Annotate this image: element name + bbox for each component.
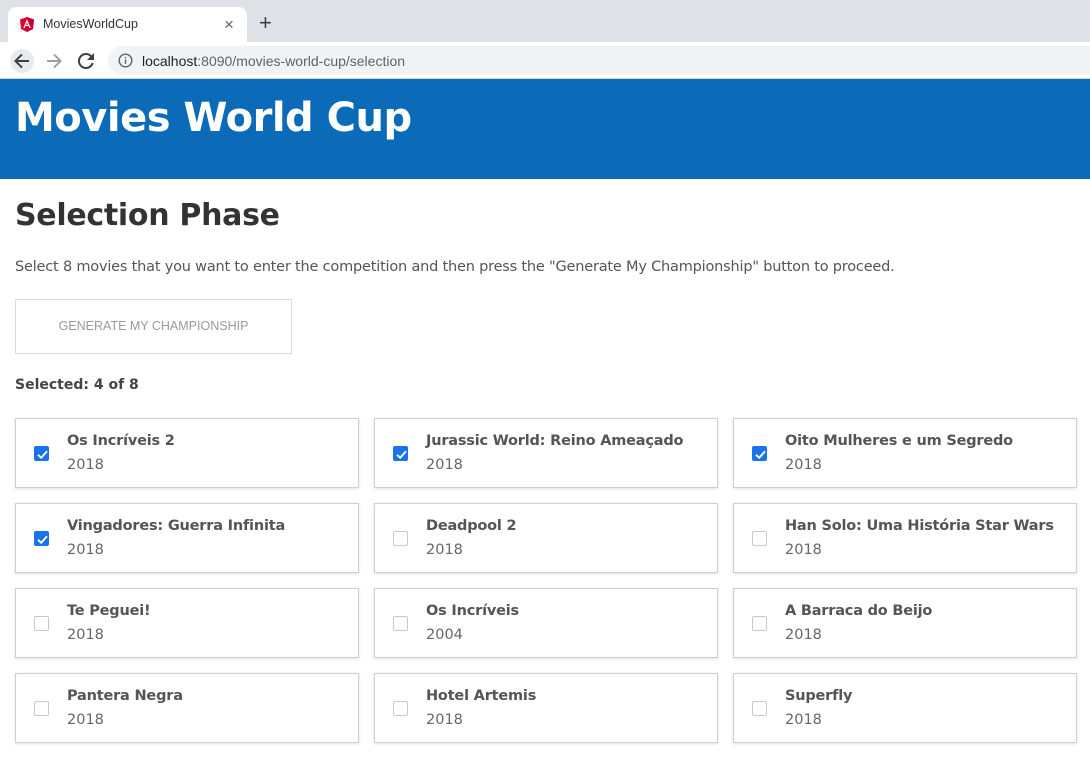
movie-title: A Barraca do Beijo — [785, 603, 933, 619]
checkmark-icon — [396, 450, 407, 460]
movie-checkbox[interactable] — [752, 616, 767, 631]
arrow-right-icon — [47, 53, 62, 69]
movie-year: 2018 — [67, 457, 104, 473]
movie-year: 2018 — [785, 627, 822, 643]
movie-year: 2004 — [426, 627, 463, 643]
movie-title: Han Solo: Uma História Star Wars — [785, 518, 1054, 534]
movie-year: 2018 — [67, 627, 104, 643]
movie-year: 2018 — [785, 542, 822, 558]
movie-checkbox[interactable] — [34, 701, 49, 716]
url-host: localhost — [142, 53, 198, 69]
instructions-text: Select 8 movies that you want to enter t… — [15, 259, 895, 275]
movie-checkbox[interactable] — [34, 616, 49, 631]
movie-year: 2018 — [785, 712, 822, 728]
checkmark-icon — [755, 450, 766, 460]
movie-title: Superfly — [785, 688, 853, 704]
app-header: Movies World Cup — [0, 79, 1090, 179]
address-bar[interactable]: localhost:8090/movies-world-cup/selectio… — [108, 46, 1090, 75]
movie-card[interactable]: Pantera Negra 2018 — [15, 673, 359, 743]
tab-close-icon[interactable]: × — [224, 16, 234, 33]
back-button[interactable] — [10, 49, 34, 73]
movie-card[interactable]: Han Solo: Uma História Star Wars 2018 — [733, 503, 1077, 573]
movie-card[interactable]: Superfly 2018 — [733, 673, 1077, 743]
movie-title: Jurassic World: Reino Ameaçado — [426, 433, 684, 449]
movie-year: 2018 — [426, 457, 463, 473]
movie-checkbox[interactable] — [393, 446, 408, 461]
new-tab-button[interactable]: + — [259, 12, 272, 34]
movie-title: Deadpool 2 — [426, 518, 517, 534]
movie-checkbox[interactable] — [393, 701, 408, 716]
app-title: Movies World Cup — [15, 95, 412, 141]
checkmark-icon — [37, 535, 48, 545]
browser-tab[interactable]: MoviesWorldCup × — [8, 7, 247, 42]
movie-checkbox[interactable] — [34, 446, 49, 461]
movie-checkbox[interactable] — [752, 446, 767, 461]
movie-title: Os Incríveis — [426, 603, 519, 619]
browser-toolbar: localhost:8090/movies-world-cup/selectio… — [0, 42, 1090, 79]
movie-year: 2018 — [426, 542, 463, 558]
reload-icon — [77, 52, 94, 69]
movie-checkbox[interactable] — [393, 531, 408, 546]
movie-title: Hotel Artemis — [426, 688, 537, 704]
movie-title: Pantera Negra — [67, 688, 183, 704]
movie-card[interactable]: Deadpool 2 2018 — [374, 503, 718, 573]
movie-card[interactable]: Os Incríveis 2004 — [374, 588, 718, 658]
url-text: localhost:8090/movies-world-cup/selectio… — [142, 53, 405, 69]
arrow-left-icon — [14, 53, 29, 69]
forward-button[interactable] — [42, 49, 66, 73]
movie-title: Vingadores: Guerra Infinita — [67, 518, 286, 534]
tab-title: MoviesWorldCup — [43, 17, 138, 31]
url-path: :8090/movies-world-cup/selection — [197, 53, 406, 69]
movie-card[interactable]: Vingadores: Guerra Infinita 2018 — [15, 503, 359, 573]
page-title: Selection Phase — [15, 198, 280, 233]
movie-card[interactable]: Jurassic World: Reino Ameaçado 2018 — [374, 418, 718, 488]
movie-checkbox[interactable] — [752, 701, 767, 716]
movie-year: 2018 — [426, 712, 463, 728]
movie-card[interactable]: A Barraca do Beijo 2018 — [733, 588, 1077, 658]
movie-title: Te Peguei! — [67, 603, 151, 619]
generate-championship-button[interactable]: GENERATE MY CHAMPIONSHIP — [15, 299, 292, 354]
site-info-icon[interactable] — [118, 53, 133, 68]
angular-favicon-icon — [20, 17, 34, 32]
movie-year: 2018 — [67, 712, 104, 728]
movie-checkbox[interactable] — [393, 616, 408, 631]
movie-checkbox[interactable] — [34, 531, 49, 546]
movie-title: Os Incríveis 2 — [67, 433, 175, 449]
movie-card[interactable]: Os Incríveis 2 2018 — [15, 418, 359, 488]
movie-year: 2018 — [785, 457, 822, 473]
movie-title: Oito Mulheres e um Segredo — [785, 433, 1013, 449]
movie-card[interactable]: Te Peguei! 2018 — [15, 588, 359, 658]
movie-card[interactable]: Oito Mulheres e um Segredo 2018 — [733, 418, 1077, 488]
reload-button[interactable] — [74, 49, 98, 73]
browser-tabstrip: MoviesWorldCup × + — [0, 0, 1090, 42]
movie-card[interactable]: Hotel Artemis 2018 — [374, 673, 718, 743]
movie-checkbox[interactable] — [752, 531, 767, 546]
movie-year: 2018 — [67, 542, 104, 558]
selected-count: Selected: 4 of 8 — [15, 377, 139, 393]
checkmark-icon — [37, 450, 48, 460]
